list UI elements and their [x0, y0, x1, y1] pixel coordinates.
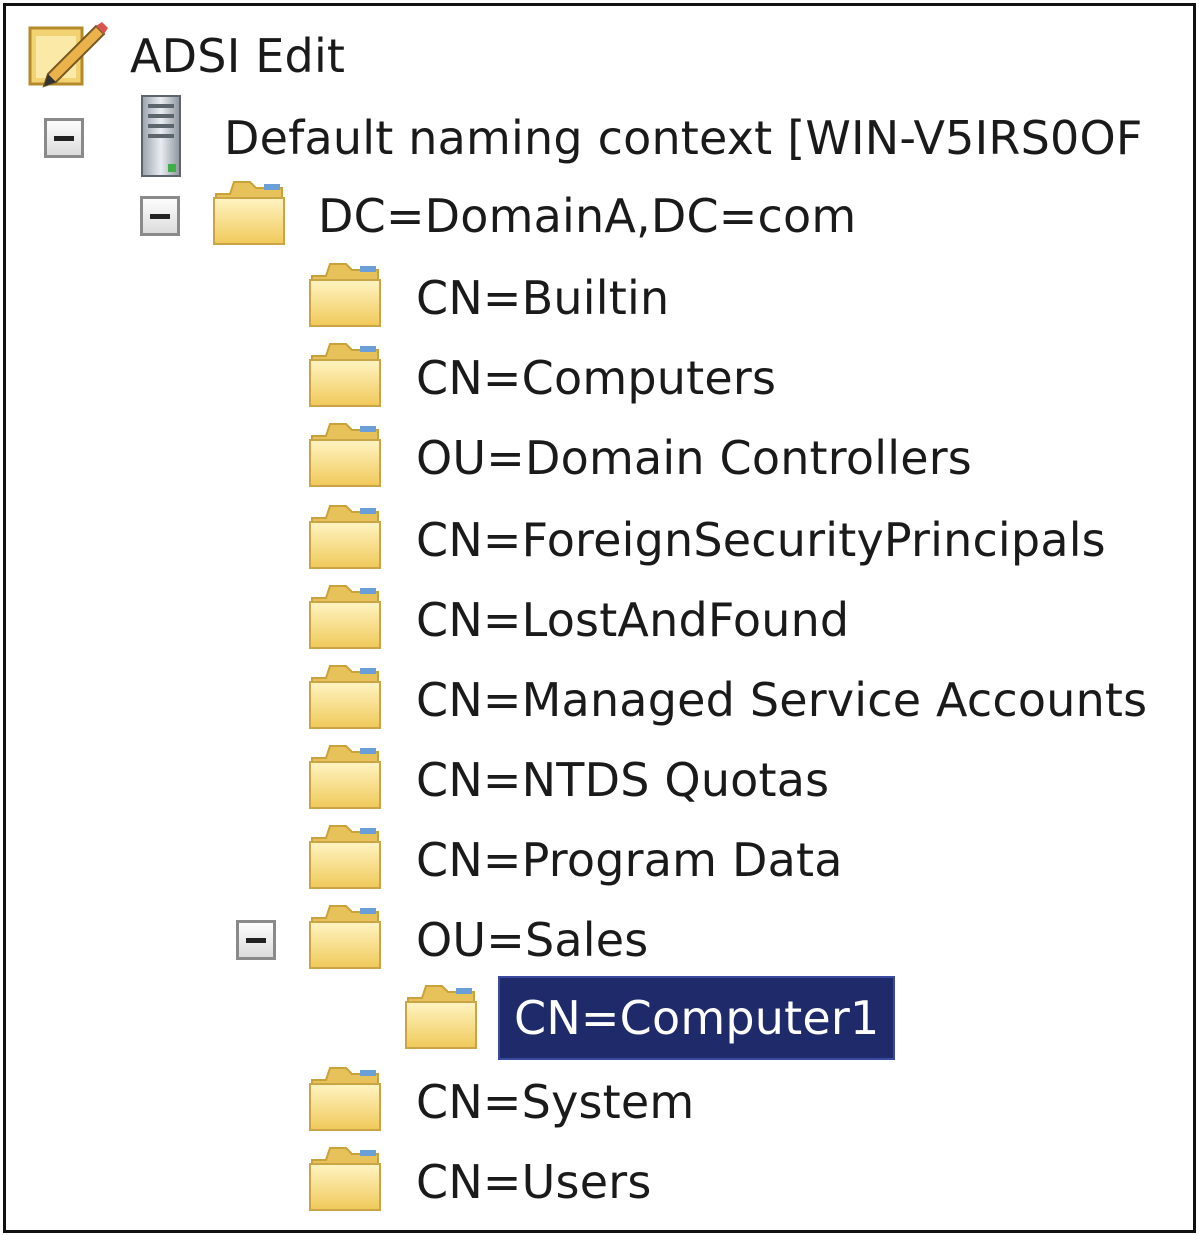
- folder-icon: [308, 1066, 382, 1132]
- folder-icon: [308, 744, 382, 810]
- tree-node-label-selected: CN=Computer1: [498, 976, 896, 1060]
- tree-node-users[interactable]: CN=Users: [6, 1144, 1186, 1216]
- collapse-toggle[interactable]: [236, 920, 276, 960]
- folder-icon: [308, 262, 382, 328]
- folder-icon: [308, 904, 382, 970]
- tree-node-label: CN=Builtin: [416, 271, 670, 325]
- tree-node-label: DC=DomainA,DC=com: [318, 189, 857, 243]
- tree-node-ntds-quotas[interactable]: CN=NTDS Quotas: [6, 742, 1186, 814]
- collapse-toggle[interactable]: [44, 118, 84, 158]
- tree-node-label: CN=Managed Service Accounts: [416, 673, 1148, 727]
- folder-icon: [308, 504, 382, 570]
- tree-node-label: CN=NTDS Quotas: [416, 753, 830, 807]
- folder-icon: [308, 342, 382, 408]
- tree-node-label: OU=Sales: [416, 913, 649, 967]
- folder-icon: [212, 180, 286, 246]
- tree-node-managed-service-accounts[interactable]: CN=Managed Service Accounts: [6, 662, 1186, 734]
- tree-node-lost-and-found[interactable]: CN=LostAndFound: [6, 582, 1186, 654]
- tree-node-label: CN=Computers: [416, 351, 777, 405]
- tree-node-label: CN=System: [416, 1075, 695, 1129]
- tree-node-label: CN=LostAndFound: [416, 593, 850, 647]
- tree-node-default-naming-context[interactable]: Default naming context [WIN-V5IRS0OF: [6, 94, 1186, 180]
- tree-node-domain[interactable]: DC=DomainA,DC=com: [6, 178, 1186, 250]
- folder-icon: [308, 664, 382, 730]
- tree-node-label: ADSI Edit: [130, 29, 346, 83]
- tree-node-label: Default naming context [WIN-V5IRS0OF: [224, 111, 1143, 165]
- adsi-edit-icon: [28, 22, 108, 88]
- tree-node-domain-controllers[interactable]: OU=Domain Controllers: [6, 420, 1186, 492]
- tree-node-computers[interactable]: CN=Computers: [6, 340, 1186, 412]
- server-icon: [141, 95, 181, 177]
- tree-node-system[interactable]: CN=System: [6, 1064, 1186, 1136]
- collapse-toggle[interactable]: [140, 196, 180, 236]
- folder-icon: [308, 1146, 382, 1212]
- tree-node-label: CN=ForeignSecurityPrincipals: [416, 513, 1106, 567]
- folder-icon: [308, 824, 382, 890]
- tree-node-label: CN=Users: [416, 1155, 652, 1209]
- tree-node-computer1[interactable]: CN=Computer1: [6, 976, 1186, 1060]
- folder-icon: [404, 984, 478, 1050]
- tree-view[interactable]: ADSI Edit Default naming context [WIN-V5…: [3, 3, 1196, 1233]
- folder-icon: [308, 584, 382, 650]
- tree-node-adsi-edit[interactable]: ADSI Edit: [6, 20, 1186, 92]
- tree-node-label: OU=Domain Controllers: [416, 431, 972, 485]
- tree-node-sales[interactable]: OU=Sales: [6, 902, 1186, 974]
- tree-node-builtin[interactable]: CN=Builtin: [6, 260, 1186, 332]
- folder-icon: [308, 422, 382, 488]
- tree-node-program-data[interactable]: CN=Program Data: [6, 822, 1186, 894]
- tree-node-label: CN=Program Data: [416, 833, 843, 887]
- tree-node-foreign-security-principals[interactable]: CN=ForeignSecurityPrincipals: [6, 502, 1186, 574]
